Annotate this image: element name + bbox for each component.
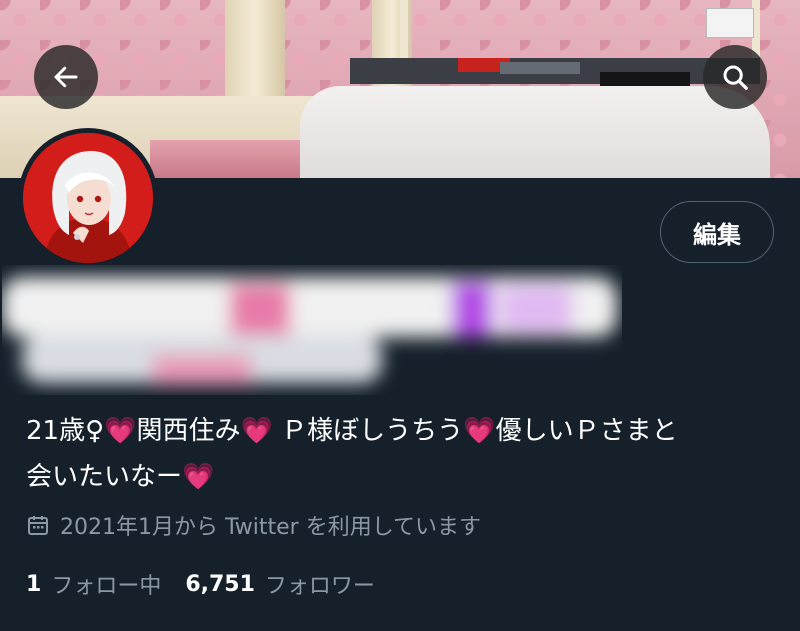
edit-profile-button[interactable]: 編集: [660, 201, 774, 263]
arrow-left-icon: [54, 66, 78, 88]
growing-heart-emoji: 💗: [182, 462, 215, 492]
banner-sign: [706, 8, 754, 38]
following-count: 1: [26, 571, 42, 597]
banner-bed: [300, 86, 770, 178]
banner-control-panel: [500, 62, 580, 74]
pink-heart-emoji: 💗: [240, 416, 273, 446]
bio-text: 21歳♀: [26, 416, 105, 446]
pink-heart-emoji: 💗: [104, 416, 137, 446]
following-link[interactable]: 1 フォロー中: [26, 568, 161, 600]
avatar-image: [23, 133, 153, 263]
followers-link[interactable]: 6,751 フォロワー: [185, 568, 375, 600]
bio-text: 会いたいなー: [26, 462, 183, 492]
redacted-name-area: [2, 277, 617, 385]
profile-bio: 21歳♀💗関西住み💗 Ｐ様ぼしうちう💗優しいＰさまと 会いたいなー💗: [26, 408, 766, 500]
join-date-text: 2021年1月から Twitter を利用しています: [60, 515, 482, 540]
following-label: フォロー中: [51, 574, 162, 599]
avatar-illustration: [23, 133, 153, 263]
followers-label: フォロワー: [264, 574, 375, 599]
join-date: 2021年1月から Twitter を利用しています: [26, 510, 481, 540]
back-button[interactable]: [34, 45, 98, 109]
followers-count: 6,751: [185, 571, 255, 597]
bio-text: Ｐ様ぼしうちう: [281, 416, 464, 446]
bio-text: 優しいＰさまと: [495, 416, 678, 446]
growing-heart-emoji: 💗: [463, 416, 496, 446]
follow-stats: 1 フォロー中 6,751 フォロワー: [26, 566, 399, 602]
calendar-icon: [28, 516, 48, 535]
search-icon: [723, 65, 748, 90]
search-button[interactable]: [703, 45, 767, 109]
bio-text: 関西住み: [136, 416, 241, 446]
avatar[interactable]: [18, 128, 158, 268]
